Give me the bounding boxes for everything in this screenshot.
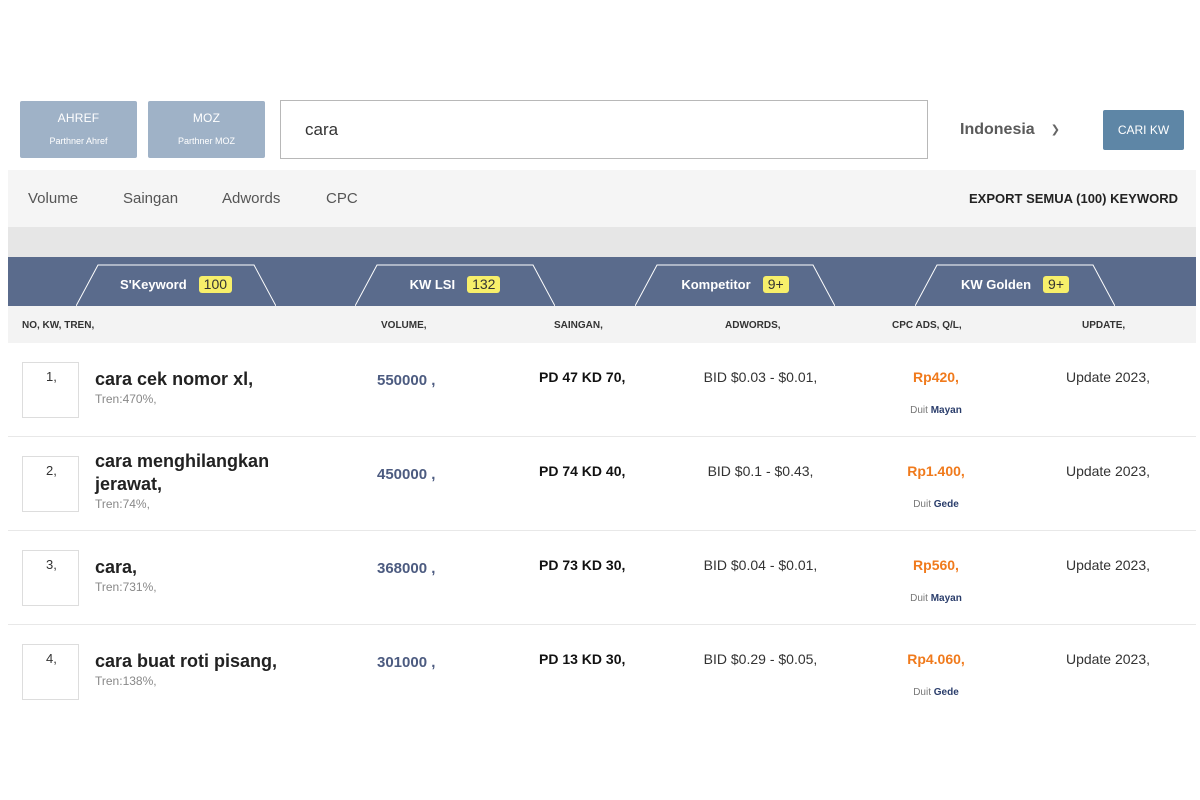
duit-label: Duit Gede: [886, 499, 986, 510]
column-header-volume: VOLUME,: [381, 320, 427, 331]
saingan-cell: PD 74 KD 40,: [539, 463, 626, 479]
search-input[interactable]: [281, 101, 927, 158]
duit-value: Mayan: [930, 593, 962, 604]
tab-kw-golden[interactable]: KW Golden 9+: [915, 263, 1115, 306]
update-cell: Update 2023,: [1065, 369, 1151, 385]
tab-label-wrap: KW Golden 9+: [915, 276, 1115, 293]
table-row: 1, cara cek nomor xl, Tren:470%, 550000 ,…: [8, 343, 1196, 437]
tab-label: S'Keyword: [119, 277, 187, 292]
keyword-cell[interactable]: cara menghilangkan jerawat, Tren:74%,: [95, 450, 325, 512]
trend-text: Tren:470%,: [95, 392, 157, 406]
table-row: 2, cara menghilangkan jerawat, Tren:74%, …: [8, 437, 1196, 531]
update-cell: Update 2023,: [1065, 651, 1151, 667]
saingan-cell: PD 73 KD 30,: [539, 557, 626, 573]
search-button[interactable]: CARI KW: [1103, 110, 1184, 150]
tab-label: KW Golden: [960, 277, 1032, 292]
column-header-kw: NO, KW, TREN,: [22, 320, 95, 331]
keyword-text: cara cek nomor xl,: [95, 369, 254, 389]
cpc-cell: Rp420,: [913, 369, 959, 385]
trend-text: Tren:74%,: [95, 497, 150, 511]
duit-prefix: Duit: [910, 405, 928, 416]
volume-cell[interactable]: 301000 ,: [377, 654, 435, 671]
adwords-cell: BID $0.1 - $0.43,: [707, 463, 814, 479]
tab-count-badge: 9+: [762, 276, 789, 293]
duit-label: Duit Gede: [886, 687, 986, 698]
filter-cpc[interactable]: CPC: [326, 190, 358, 207]
moz-partner-name: MOZ: [192, 111, 221, 125]
trend-text: Tren:138%,: [95, 674, 157, 688]
divider: [8, 227, 1196, 257]
duit-label: Duit Mayan: [886, 405, 986, 416]
filter-saingan[interactable]: Saingan: [123, 190, 178, 207]
row-number: 1,: [22, 362, 79, 418]
adwords-cell: BID $0.29 - $0.05,: [703, 651, 818, 667]
table-row: 3, cara, Tren:731%, 368000 , PD 73 KD 30,…: [8, 531, 1196, 625]
row-number: 4,: [22, 644, 79, 700]
duit-prefix: Duit: [910, 593, 928, 604]
keyword-text: cara buat roti pisang,: [95, 651, 278, 671]
duit-prefix: Duit: [913, 499, 931, 510]
duit-label: Duit Mayan: [886, 593, 986, 604]
filter-adwords[interactable]: Adwords: [222, 190, 280, 207]
filter-bar: Volume Saingan Adwords CPC EXPORT SEMUA …: [8, 170, 1196, 227]
cpc-cell: Rp4.060,: [907, 651, 965, 667]
saingan-cell: PD 13 KD 30,: [539, 651, 626, 667]
column-header-adwords: ADWORDS,: [725, 320, 781, 331]
filter-volume[interactable]: Volume: [28, 190, 78, 207]
export-all-link[interactable]: EXPORT SEMUA (100) KEYWORD: [969, 191, 1178, 206]
top-bar: AHREF Parthner Ahref MOZ Parthner MOZ In…: [8, 88, 1196, 170]
trend-text: Tren:731%,: [95, 580, 157, 594]
column-header-update: UPDATE,: [1082, 320, 1126, 331]
table-row: 4, cara buat roti pisang, Tren:138%, 3010…: [8, 625, 1196, 712]
duit-prefix: Duit: [913, 687, 931, 698]
tab-skeyword[interactable]: S'Keyword 100: [76, 263, 276, 306]
tab-count-badge: 100: [198, 276, 233, 293]
keyword-cell[interactable]: cara cek nomor xl, Tren:470%,: [95, 368, 325, 407]
ahref-partner-sub: Parthner Ahref: [49, 136, 108, 146]
keyword-cell[interactable]: cara buat roti pisang, Tren:138%,: [95, 650, 325, 689]
table-header: NO, KW, TREN, VOLUME, SAINGAN, ADWORDS, …: [8, 306, 1196, 343]
ahref-partner-button[interactable]: AHREF Parthner Ahref: [20, 101, 137, 158]
volume-cell[interactable]: 450000 ,: [377, 466, 435, 483]
adwords-cell: BID $0.03 - $0.01,: [703, 369, 818, 385]
row-number: 2,: [22, 456, 79, 512]
chevron-down-icon: ❯: [1050, 124, 1060, 136]
moz-partner-button[interactable]: MOZ Parthner MOZ: [148, 101, 265, 158]
cpc-cell: Rp560,: [913, 557, 959, 573]
duit-value: Mayan: [930, 405, 962, 416]
tab-kompetitor[interactable]: Kompetitor 9+: [635, 263, 835, 306]
tab-count-badge: 9+: [1043, 276, 1069, 293]
tab-bar: S'Keyword 100 KW LSI 132 Kompetitor 9+ KW G…: [8, 257, 1196, 306]
keyword-text: cara menghilangkan jerawat,: [95, 451, 270, 494]
column-header-saingan: SAINGAN,: [554, 320, 603, 331]
tab-label: Kompetitor: [681, 277, 751, 292]
tab-label-wrap: KW LSI 132: [355, 276, 555, 293]
cpc-cell: Rp1.400,: [907, 463, 965, 479]
search-box: [280, 100, 928, 159]
moz-partner-sub: Parthner MOZ: [177, 136, 235, 146]
tab-count-badge: 132: [467, 276, 501, 293]
adwords-cell: BID $0.04 - $0.01,: [703, 557, 818, 573]
update-cell: Update 2023,: [1065, 463, 1151, 479]
update-cell: Update 2023,: [1065, 557, 1151, 573]
tab-label-wrap: Kompetitor 9+: [635, 276, 835, 293]
duit-value: Gede: [933, 687, 959, 698]
volume-cell[interactable]: 550000 ,: [377, 372, 435, 389]
volume-cell[interactable]: 368000 ,: [377, 560, 435, 577]
ahref-partner-name: AHREF: [57, 111, 100, 125]
keyword-tool-app: AHREF Parthner Ahref MOZ Parthner MOZ In…: [8, 88, 1196, 712]
country-selected: Indonesia: [960, 121, 1035, 138]
tab-label: KW LSI: [409, 277, 456, 292]
country-select[interactable]: Indonesia ❯: [960, 121, 1060, 139]
keyword-text: cara,: [95, 557, 138, 577]
column-header-cpc: CPC ADS, Q/L,: [892, 320, 962, 331]
tab-label-wrap: S'Keyword 100: [76, 276, 276, 293]
saingan-cell: PD 47 KD 70,: [539, 369, 626, 385]
tab-kw-lsi[interactable]: KW LSI 132: [355, 263, 555, 306]
row-number: 3,: [22, 550, 79, 606]
keyword-cell[interactable]: cara, Tren:731%,: [95, 556, 325, 595]
duit-value: Gede: [933, 499, 959, 510]
